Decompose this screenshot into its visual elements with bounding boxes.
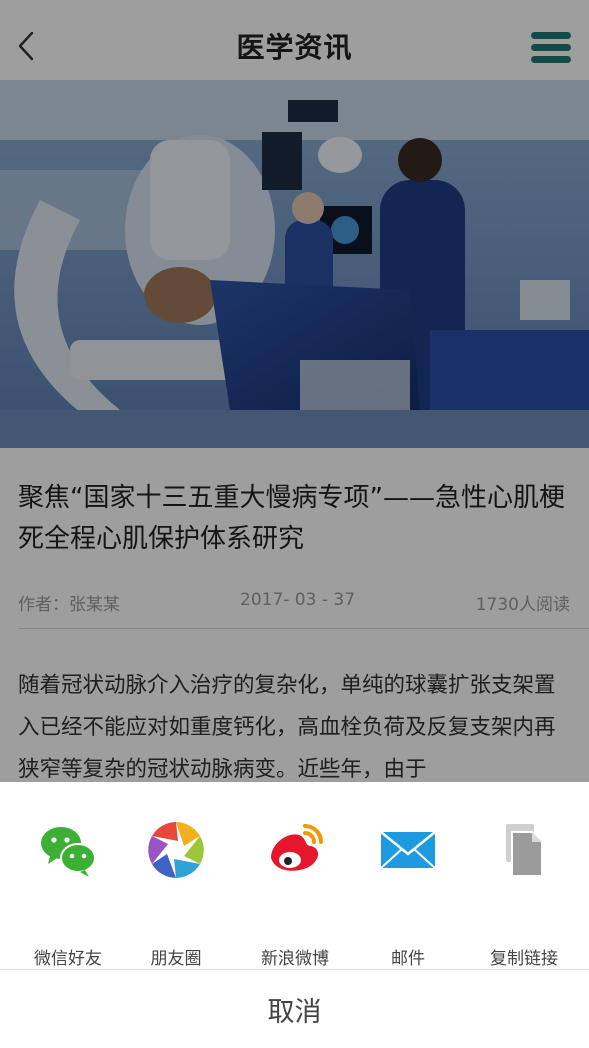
article-page: 医学资讯 聚焦“国家十三五重大慢病专项”——急性心肌梗死全程心肌保护体系研究 作… bbox=[0, 0, 589, 1048]
share-label: 邮件 bbox=[391, 949, 425, 969]
weibo-icon bbox=[271, 824, 323, 871]
share-sheet: 微信好友 朋友圈 新浪微博 邮件 复制链接 取消 bbox=[0, 782, 589, 1048]
share-label: 微信好友 bbox=[34, 949, 102, 969]
share-moments-button[interactable]: 朋友圈 bbox=[118, 820, 234, 969]
sheet-divider bbox=[0, 969, 589, 970]
share-copy-link-button[interactable]: 复制链接 bbox=[466, 820, 582, 969]
moments-icon bbox=[148, 822, 204, 878]
cancel-button[interactable]: 取消 bbox=[0, 990, 589, 1029]
share-weibo-button[interactable]: 新浪微博 bbox=[237, 820, 353, 969]
share-label: 复制链接 bbox=[490, 949, 558, 969]
copy-link-icon bbox=[506, 824, 543, 877]
wechat-icon bbox=[41, 827, 96, 877]
share-mail-button[interactable]: 邮件 bbox=[350, 820, 466, 969]
share-label: 新浪微博 bbox=[261, 949, 329, 969]
mail-icon bbox=[380, 831, 436, 869]
dim-overlay[interactable] bbox=[0, 0, 589, 782]
share-label: 朋友圈 bbox=[150, 949, 202, 969]
share-wechat-button[interactable]: 微信好友 bbox=[10, 820, 126, 969]
